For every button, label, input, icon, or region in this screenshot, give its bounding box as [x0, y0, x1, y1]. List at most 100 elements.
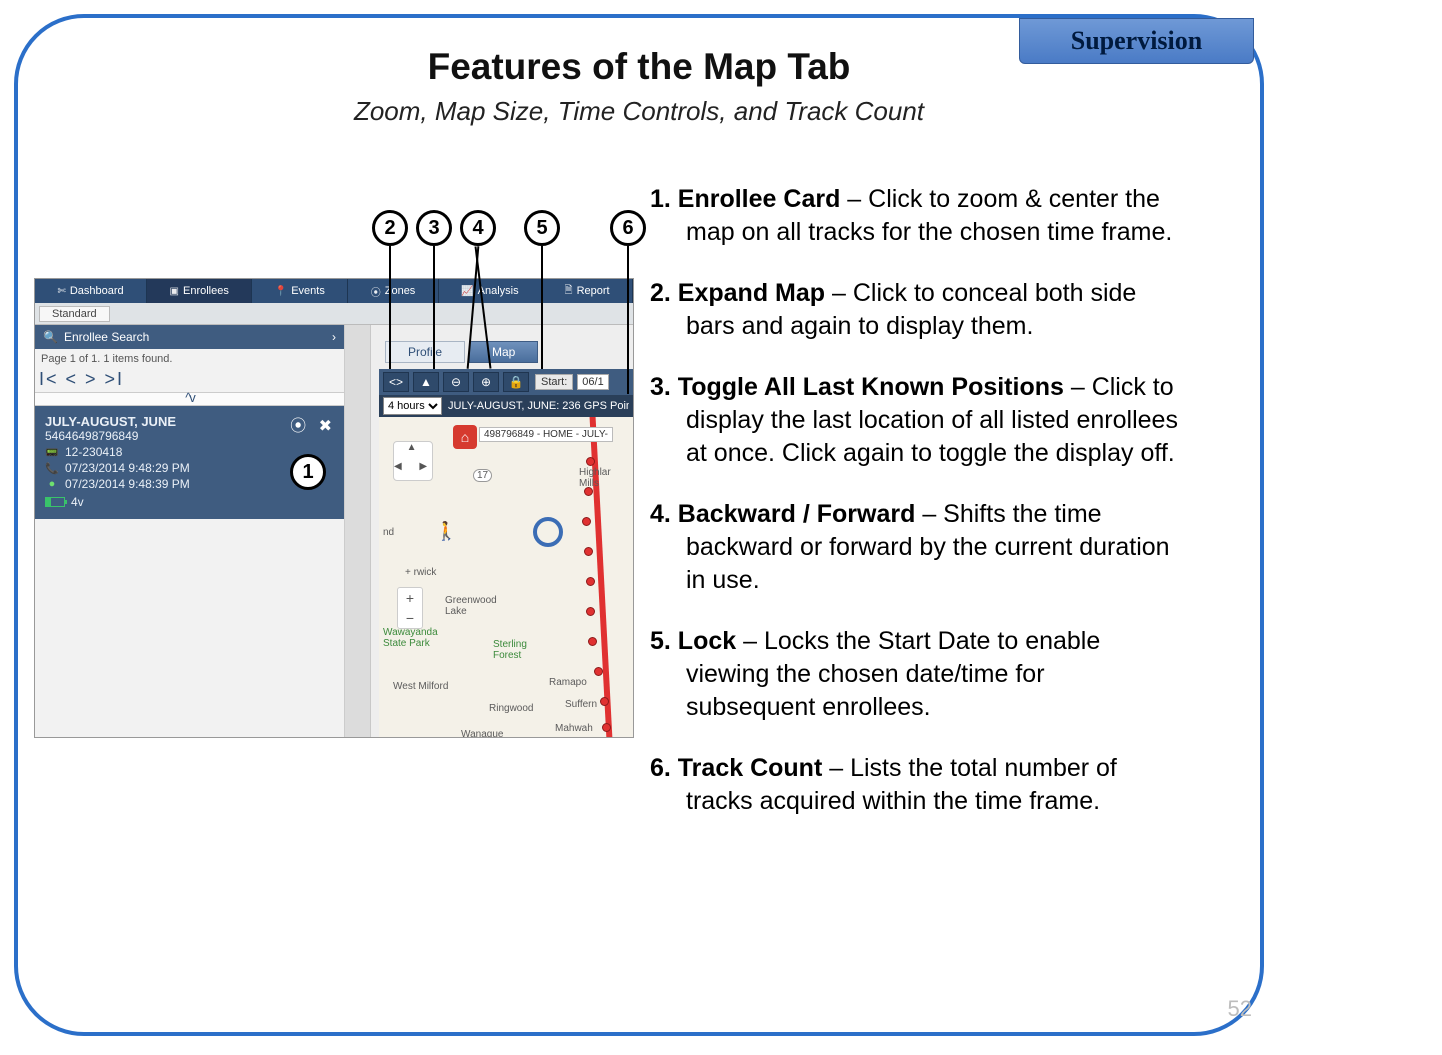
time-forward-button[interactable]: ⊕: [473, 372, 499, 392]
phone-icon: 📞: [45, 462, 59, 475]
enrollees-icon: ▣: [170, 286, 179, 297]
card-action-icons[interactable]: ⦿ ✖: [290, 412, 336, 436]
toggle-positions-button[interactable]: ▲: [413, 372, 439, 392]
device-icon: 📟: [45, 446, 59, 459]
lock-button[interactable]: 🔒: [503, 372, 529, 392]
desc-title: 1. Enrollee Card: [650, 185, 840, 213]
map-label: nd: [383, 527, 394, 538]
enrollee-sidebar: 🔍Enrollee Search › Page 1 of 1. 1 items …: [35, 325, 345, 738]
device-id: 12-230418: [65, 445, 122, 459]
detail-tabs: Profile Map: [385, 341, 538, 363]
start-date-input[interactable]: 06/1: [577, 374, 608, 390]
map-label: Wanaque: [461, 729, 503, 738]
callout-1: 1: [290, 454, 326, 490]
page-subtitle: Zoom, Map Size, Time Controls, and Track…: [18, 96, 1260, 127]
phone-time: 07/23/2014 9:48:29 PM: [65, 461, 190, 475]
page-info: Page 1 of 1. 1 items found.: [35, 349, 344, 369]
zones-icon: ⦿: [371, 284, 381, 299]
desc-item-4: 4. Backward / Forward – Shifts the time …: [650, 498, 1180, 597]
track-dot: [584, 547, 593, 556]
battery-icon: [45, 497, 65, 507]
pager[interactable]: I< < > >I: [35, 369, 344, 392]
callout-line: [433, 246, 435, 369]
track-dot: [586, 457, 595, 466]
nav-label: Dashboard: [70, 285, 124, 297]
callout-4: 4: [460, 210, 496, 246]
nav-enrollees[interactable]: ▣ Enrollees: [147, 279, 252, 303]
person-icon: 🚶: [435, 521, 457, 542]
time-back-button[interactable]: ⊖: [443, 372, 469, 392]
desc-item-2: 2. Expand Map – Click to conceal both si…: [650, 277, 1180, 343]
track-count-text: JULY-AUGUST, JUNE: 236 GPS Points, 1 Vis…: [448, 400, 629, 412]
app-body: 🔍Enrollee Search › Page 1 of 1. 1 items …: [35, 325, 633, 738]
map-label: Wawayanda State Park: [383, 627, 438, 649]
callout-line: [627, 246, 629, 394]
nav-events[interactable]: 📍 Events: [252, 279, 348, 303]
nav-dashboard[interactable]: ✄ Dashboard: [35, 279, 147, 303]
track-dot: [586, 607, 595, 616]
dashboard-icon: ✄: [57, 286, 65, 297]
nav-analysis[interactable]: 📈 Analysis: [439, 279, 542, 303]
module-badge: Supervision: [1019, 18, 1254, 64]
tab-profile[interactable]: Profile: [385, 341, 465, 363]
desc-title: 6. Track Count: [650, 754, 829, 782]
page-number: 52: [1228, 996, 1252, 1022]
description-list: 1. Enrollee Card – Click to zoom & cente…: [650, 183, 1180, 846]
app-screenshot: ✄ Dashboard ▣ Enrollees 📍 Events ⦿ Zones…: [34, 278, 634, 738]
desc-title: 3. Toggle All Last Known Positions: [650, 373, 1064, 401]
battery-value: 4v: [71, 495, 84, 509]
top-nav: ✄ Dashboard ▣ Enrollees 📍 Events ⦿ Zones…: [35, 279, 633, 303]
map-label: Suffern: [565, 699, 597, 710]
map-label: Ringwood: [489, 703, 533, 714]
nav-label: Enrollees: [183, 285, 229, 297]
home-pin-label: 498796849 - HOME - JULY-: [479, 427, 613, 442]
route-marker: 17: [473, 469, 492, 482]
desc-title: 5. Lock: [650, 627, 736, 655]
nav-reports[interactable]: 🗎 Report: [542, 279, 633, 303]
map-zoom-control[interactable]: +−: [397, 587, 423, 629]
slide-frame: Supervision Features of the Map Tab Zoom…: [14, 14, 1264, 1036]
track-dot: [602, 723, 611, 732]
callout-3: 3: [416, 210, 452, 246]
desc-title: 4. Backward / Forward: [650, 500, 915, 528]
desc-item-6: 6. Track Count – Lists the total number …: [650, 752, 1180, 818]
analysis-icon: 📈: [461, 286, 473, 297]
enrollee-search-row[interactable]: 🔍Enrollee Search ›: [35, 325, 344, 349]
time-control-bar: <> ▲ ⊖ ⊕ 🔒 Start: 06/1: [379, 369, 633, 395]
track-dot: [582, 517, 591, 526]
tab-map[interactable]: Map: [469, 341, 538, 363]
callout-line: [389, 246, 391, 369]
map-pan-control[interactable]: ▲ ◀▶: [393, 441, 433, 481]
splitter-handle[interactable]: ^v: [35, 392, 344, 406]
main-pane: Profile Map <> ▲ ⊖ ⊕ 🔒 Start: 06/1: [345, 325, 633, 738]
map-label: + rwick: [405, 567, 436, 578]
desc-item-5: 5. Lock – Locks the Start Date to enable…: [650, 625, 1180, 724]
map-label: Ramapo: [549, 677, 587, 688]
left-gutter: [345, 325, 371, 738]
track-dot: [594, 667, 603, 676]
nav-zones[interactable]: ⦿ Zones: [348, 279, 438, 303]
start-label: Start:: [535, 374, 573, 390]
events-icon: 📍: [275, 286, 287, 297]
track-dot: [584, 487, 593, 496]
nav-label: Report: [577, 285, 610, 297]
lake-shape: [533, 517, 563, 547]
home-pin-icon[interactable]: ⌂: [453, 425, 477, 449]
track-dot: [588, 637, 597, 646]
map-view[interactable]: ⌂ 498796849 - HOME - JULY- ▲ ◀▶ +− nd + …: [379, 417, 633, 738]
callout-line: [541, 246, 543, 369]
search-icon: 🔍: [43, 330, 58, 344]
chevron-right-icon: ›: [332, 330, 336, 344]
gps-icon: ●: [45, 478, 59, 490]
map-label: Sterling Forest: [493, 639, 527, 661]
secondary-toolbar: Standard: [35, 303, 633, 325]
battery-row: 4v: [45, 495, 334, 509]
track-dot: [600, 697, 609, 706]
duration-select[interactable]: 4 hours: [383, 397, 442, 415]
figure: 2 3 4 5 6 1 ✄ Dashboard ▣ Enrollees: [34, 208, 634, 768]
nav-label: Events: [291, 285, 325, 297]
standard-button[interactable]: Standard: [39, 306, 110, 322]
gps-time: 07/23/2014 9:48:39 PM: [65, 477, 190, 491]
expand-map-button[interactable]: <>: [383, 372, 409, 392]
map-label: West Milford: [393, 681, 448, 692]
